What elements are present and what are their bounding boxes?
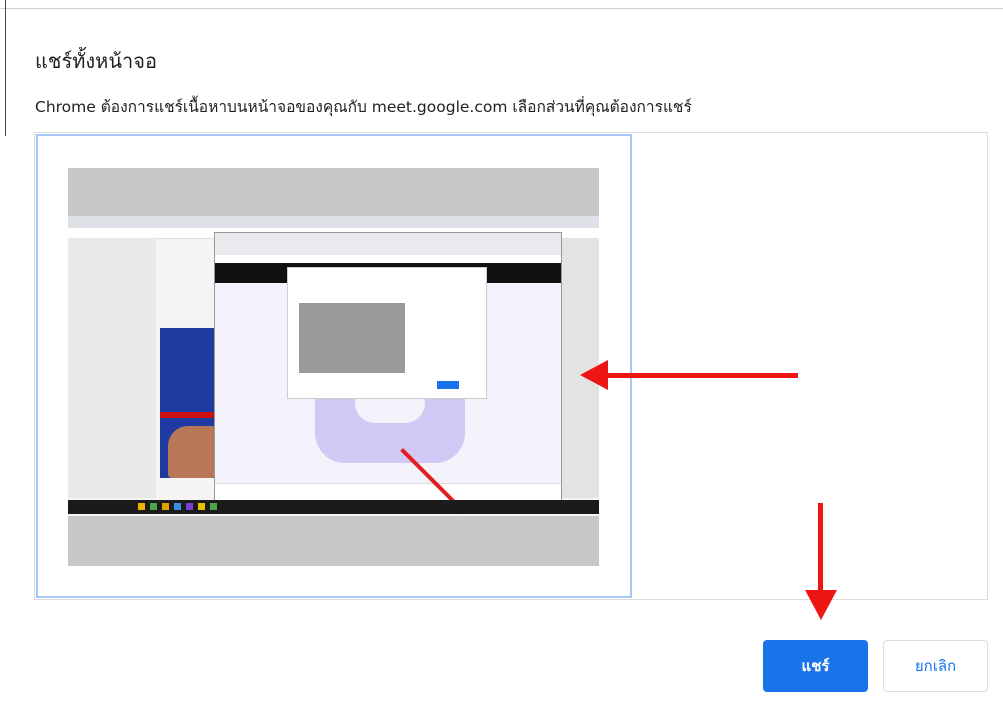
share-button[interactable]: แชร์ (763, 640, 868, 692)
taskbar-icon (174, 503, 181, 510)
thumbnail-screen (68, 216, 599, 516)
thumbnail-video-person (168, 426, 216, 478)
screen-thumbnail[interactable] (68, 168, 599, 566)
inner-window-titlebar (215, 233, 561, 255)
taskbar-icon (150, 503, 157, 510)
taskbar-icon (186, 503, 193, 510)
thumbnail-browser-tabs (68, 216, 599, 228)
taskbar-icon (198, 503, 205, 510)
inner-dialog-thumbnail (299, 303, 405, 373)
taskbar-icon (138, 503, 145, 510)
annotation-arrow-down-icon (805, 590, 837, 620)
top-divider (0, 8, 1003, 9)
dialog-title: แชร์ทั้งหน้าจอ (35, 49, 157, 73)
annotation-arrow-down-shaft (818, 503, 823, 591)
left-edge-line (5, 0, 6, 136)
taskbar-icon (162, 503, 169, 510)
taskbar-icon (210, 503, 217, 510)
thumbnail-page-left (68, 238, 156, 498)
thumbnail-inner-window (214, 232, 562, 502)
annotation-arrow-left-shaft (606, 373, 798, 378)
thumbnail-video-banner (160, 412, 216, 418)
thumbnail-taskbar (68, 500, 599, 514)
inner-dialog-share-button (437, 381, 459, 389)
dialog-subtitle: Chrome ต้องการแชร์เนื้อหาบนหน้าจอของคุณก… (35, 98, 692, 116)
cancel-button[interactable]: ยกเลิก (883, 640, 988, 692)
share-screen-dialog: แชร์ทั้งหน้าจอ Chrome ต้องการแชร์เนื้อหา… (0, 0, 1003, 713)
annotation-arrow-left-icon (580, 360, 608, 390)
